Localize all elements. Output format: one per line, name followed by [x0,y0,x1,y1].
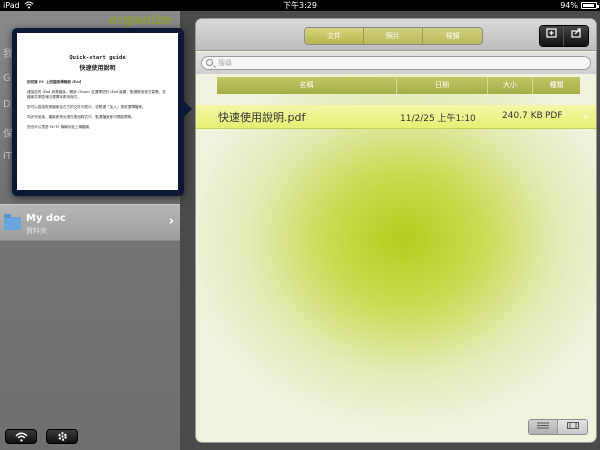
search-input[interactable]: 搜尋 [201,56,591,70]
preview-line: 如何將 PC 上的檔案傳輸到 iPad [27,80,82,84]
column-header-name[interactable]: 名稱 [217,77,397,94]
view-mode-toggle [528,419,588,435]
column-header-size[interactable]: 大小 [488,77,533,94]
preview-subtitle: 快速使用說明 [79,65,116,72]
new-folder-button[interactable] [540,26,564,46]
sidebar-item-my-doc[interactable]: My doc 資料夾 › [0,204,180,241]
wifi-icon [15,432,27,442]
preview-line: 同步完成後，檔案即會出現在應用程式中，點選檔案即可開啟預覽。 [27,115,135,119]
toolbar-actions [539,25,589,47]
file-browser-panel: 文件 照片 視頻 搜尋 名稱 日期 大小 種類 快速使用說明.pdf 11/2/… [195,18,597,443]
tab-photos[interactable]: 照片 [364,28,423,44]
preview-line: 您可以直接拖曳檔案至右方的文件列表中，或點選「加入」按鈕選擇檔案。 [27,105,146,109]
media-type-segmented-control: 文件 照片 視頻 [304,27,483,45]
toolbar: 文件 照片 視頻 [196,19,596,51]
list-view-button[interactable] [529,420,558,434]
app-window: organize 我 G D 保 iT My doc 資料夾 › Quick-s… [0,11,600,450]
tab-documents[interactable]: 文件 [305,28,364,44]
preview-line: 您也可以透過 Wi-Fi 傳輸功能上傳檔案。 [27,125,93,129]
share-button[interactable] [564,26,588,46]
clock: 下午3:29 [283,1,317,10]
gear-icon [57,432,67,441]
search-icon [206,59,213,66]
file-name: 快速使用說明.pdf [218,111,306,124]
preview-title: Quick-start guide [69,55,126,61]
preview-page: Quick-start guide 快速使用說明 如何將 PC 上的檔案傳輸到 … [17,33,178,190]
search-placeholder: 搜尋 [218,59,232,67]
app-logo: organize [108,13,172,28]
battery-icon [581,2,599,9]
list-view-icon [537,422,549,429]
new-folder-icon [546,28,557,38]
tab-videos[interactable]: 視頻 [423,28,482,44]
column-header-kind[interactable]: 種類 [533,77,580,94]
grid-view-button[interactable] [558,420,587,434]
table-header: 名稱 日期 大小 種類 [217,77,580,94]
chevron-right-icon: › [583,110,588,123]
column-header-date[interactable]: 日期 [397,77,488,94]
search-bar: 搜尋 [196,52,596,74]
status-bar: iPad 下午3:29 94% [0,0,600,11]
file-kind: PDF [545,111,563,121]
sidebar-item-stub[interactable]: iT [3,151,12,162]
battery-indicator: 94% [560,0,599,11]
wifi-transfer-button[interactable] [5,429,37,444]
file-date: 11/2/25 上午1:10 [400,114,476,124]
settings-button[interactable] [46,429,78,444]
popover-arrow [182,99,192,119]
folder-subtitle: 資料夾 [26,227,47,235]
document-preview-popover[interactable]: Quick-start guide 快速使用說明 如何將 PC 上的檔案傳輸到 … [12,28,184,196]
file-size: 240.7 KB [502,111,543,121]
chevron-right-icon: › [168,214,174,229]
folder-icon [4,214,21,230]
battery-percent: 94% [560,1,578,10]
share-icon [570,28,581,38]
folder-title: My doc [26,213,66,224]
sidebar-item-stub[interactable]: D [3,99,11,110]
table-row[interactable]: 快速使用說明.pdf 11/2/25 上午1:10 240.7 KB PDF › [196,105,596,129]
sidebar-item-stub[interactable]: G [3,73,11,84]
grid-view-icon [566,422,579,429]
preview-line: 連接您的 iPad 到電腦後，開啟 iTunes 並選擇您的 iPad 裝置，點… [27,90,166,99]
